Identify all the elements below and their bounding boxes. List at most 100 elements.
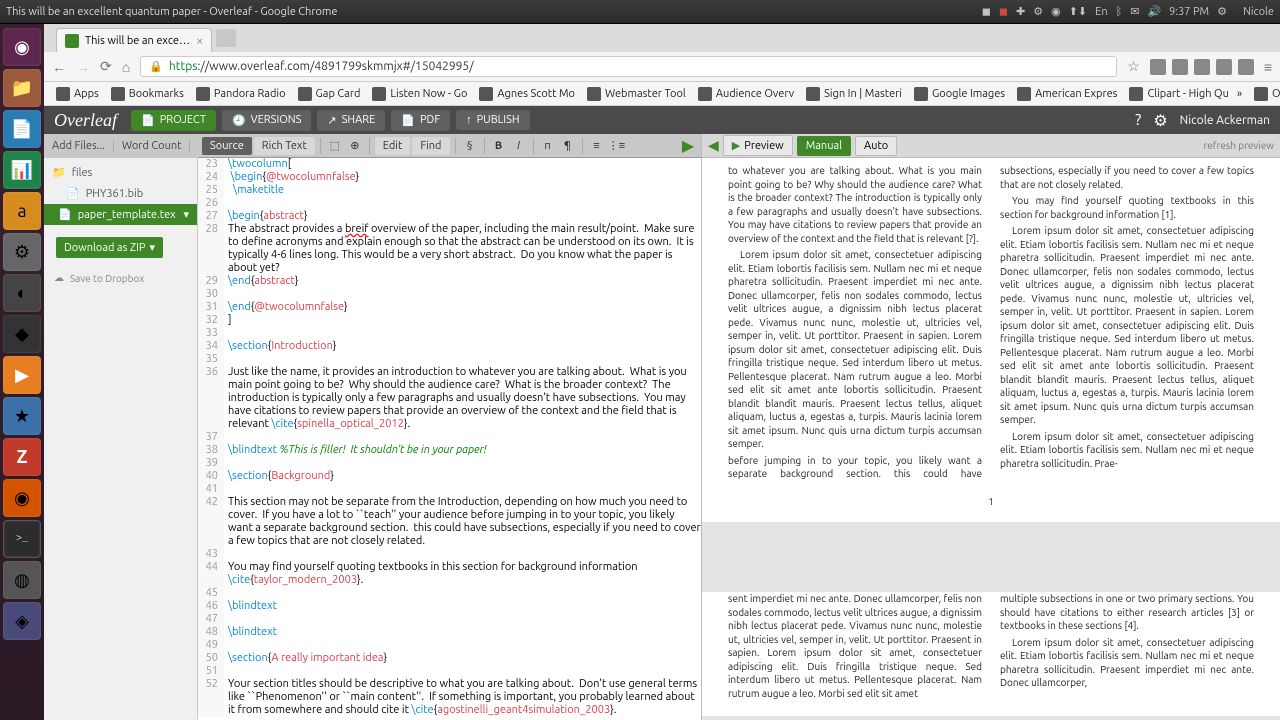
- file-node[interactable]: PHY361.bib: [44, 183, 197, 204]
- indicator-icon[interactable]: ◼: [982, 5, 991, 18]
- goto-source-icon[interactable]: ◀: [708, 137, 719, 154]
- indicator-icon[interactable]: ◼: [999, 5, 1008, 18]
- project-button[interactable]: 📄PROJECT: [131, 110, 216, 131]
- refresh-preview-link[interactable]: refresh preview: [1204, 140, 1275, 151]
- code-line[interactable]: 47: [198, 613, 701, 626]
- app-icon[interactable]: ★: [3, 397, 41, 435]
- bookmark-item[interactable]: Audience Overv: [694, 85, 798, 103]
- chrome-indicator-icon[interactable]: ◉: [1051, 5, 1061, 18]
- rich-text-tab[interactable]: Rich Text: [254, 137, 315, 155]
- mail-icon[interactable]: ✉: [1130, 5, 1139, 18]
- volume-icon[interactable]: 🔊: [1147, 5, 1161, 18]
- app-icon[interactable]: ⚙: [3, 233, 41, 271]
- numbered-list-icon[interactable]: ≡: [588, 140, 606, 152]
- extension-icon[interactable]: [1172, 59, 1188, 75]
- home-button[interactable]: ⌂: [122, 59, 130, 75]
- new-tab-button[interactable]: [216, 29, 236, 47]
- code-line[interactable]: 28The abstract provides a breif overview…: [198, 223, 701, 275]
- code-line[interactable]: 49: [198, 639, 701, 652]
- code-line[interactable]: 23\twocolumn[: [198, 158, 701, 171]
- zotero-icon[interactable]: Z: [3, 438, 41, 476]
- bookmark-item[interactable]: Pandora Radio: [192, 85, 290, 103]
- bookmark-item[interactable]: Google Images: [910, 85, 1009, 103]
- user-name[interactable]: Nicole Ackerman: [1180, 114, 1270, 127]
- source-tab[interactable]: Source: [202, 137, 252, 155]
- bookmark-item[interactable]: Gap Card: [294, 85, 365, 103]
- add-files-button[interactable]: Add Files...: [44, 140, 114, 152]
- code-line[interactable]: 51: [198, 665, 701, 678]
- menu-icon[interactable]: ≡: [1264, 59, 1272, 75]
- bullet-list-icon[interactable]: ⋮≡: [608, 139, 626, 152]
- user-menu[interactable]: Nicole: [1243, 6, 1274, 18]
- other-bookmarks[interactable]: Other bookmarks: [1250, 85, 1280, 103]
- code-line[interactable]: 24 \begin{@twocolumnfalse}: [198, 171, 701, 184]
- indicator-icon[interactable]: ✚: [1016, 5, 1025, 18]
- code-line[interactable]: 36Just like the name, it provides an int…: [198, 366, 701, 431]
- bold-icon[interactable]: B: [490, 140, 508, 152]
- display-math-icon[interactable]: ¶: [559, 140, 577, 152]
- app-icon[interactable]: ◆: [3, 315, 41, 353]
- apps-button[interactable]: Apps: [52, 85, 103, 103]
- code-line[interactable]: 31\end{@twocolumnfalse}: [198, 301, 701, 314]
- overleaf-logo[interactable]: Overleaf: [54, 110, 125, 131]
- bookmark-item[interactable]: Webmaster Tool: [583, 85, 690, 103]
- calc-icon[interactable]: 📊: [3, 151, 41, 189]
- extension-icon[interactable]: [1150, 59, 1166, 75]
- files-icon[interactable]: 📁: [3, 69, 41, 107]
- code-line[interactable]: 43: [198, 548, 701, 561]
- code-line[interactable]: 37: [198, 431, 701, 444]
- italic-icon[interactable]: I: [510, 140, 528, 152]
- download-zip-button[interactable]: Download as ZIP ▾: [56, 237, 163, 258]
- amazon-icon[interactable]: a: [3, 192, 41, 230]
- file-node-active[interactable]: paper_template.tex▾: [44, 204, 197, 225]
- chevron-down-icon[interactable]: ▾: [183, 208, 189, 221]
- pdf-button[interactable]: 📄PDF: [391, 110, 450, 131]
- bookmark-item[interactable]: Listen Now - Go: [368, 85, 471, 103]
- app-icon[interactable]: ◍: [3, 561, 41, 599]
- app-icon[interactable]: ◐: [3, 274, 41, 312]
- power-icon[interactable]: ⚙: [1217, 5, 1227, 18]
- code-line[interactable]: 33: [198, 327, 701, 340]
- auto-button[interactable]: Auto: [855, 136, 897, 156]
- extension-icon[interactable]: [1194, 59, 1210, 75]
- code-line[interactable]: 46\blindtext: [198, 600, 701, 613]
- code-line[interactable]: 35: [198, 353, 701, 366]
- dash-icon[interactable]: ◉: [3, 28, 41, 66]
- language-indicator[interactable]: En: [1095, 6, 1107, 18]
- preview-viewport[interactable]: to whatever you are talking about. What …: [702, 158, 1280, 720]
- code-line[interactable]: 27\begin{abstract}: [198, 210, 701, 223]
- back-button[interactable]: ←: [52, 59, 66, 75]
- code-line[interactable]: 25 \maketitle: [198, 184, 701, 197]
- writer-icon[interactable]: 📄: [3, 110, 41, 148]
- upload-icon[interactable]: ⬚: [326, 139, 344, 152]
- add-icon[interactable]: ⊕: [346, 139, 364, 152]
- code-line[interactable]: 34\section{Introduction}: [198, 340, 701, 353]
- reload-button[interactable]: ⟳: [100, 58, 112, 75]
- code-line[interactable]: 50\section{A really important idea}: [198, 652, 701, 665]
- code-line[interactable]: 32]: [198, 314, 701, 327]
- code-line[interactable]: 52Your section titles should be descript…: [198, 678, 701, 717]
- code-line[interactable]: 30: [198, 288, 701, 301]
- code-editor[interactable]: 23\twocolumn[24 \begin{@twocolumnfalse}2…: [198, 158, 701, 720]
- extension-icon[interactable]: [1216, 59, 1232, 75]
- help-icon[interactable]: ?: [1135, 111, 1141, 129]
- bluetooth-icon[interactable]: ᛒ: [1116, 6, 1123, 18]
- section-icon[interactable]: §: [461, 140, 479, 152]
- manual-button[interactable]: Manual: [797, 136, 851, 156]
- code-line[interactable]: 26: [198, 197, 701, 210]
- preview-button[interactable]: ▶Preview: [723, 135, 793, 156]
- bookmark-item[interactable]: American Expres: [1013, 85, 1121, 103]
- inline-math-icon[interactable]: π: [539, 140, 557, 152]
- extension-icon[interactable]: [1238, 59, 1254, 75]
- browser-tab[interactable]: This will be an exce… ×: [56, 28, 212, 52]
- word-count-button[interactable]: Word Count: [114, 140, 191, 152]
- overflow-icon[interactable]: »: [1237, 88, 1242, 100]
- find-button[interactable]: Find: [412, 137, 449, 155]
- bookmark-star-icon[interactable]: ☆: [1127, 58, 1140, 75]
- versions-button[interactable]: 🕘VERSIONS: [222, 110, 311, 131]
- code-line[interactable]: 44You may find yourself quoting textbook…: [198, 561, 701, 587]
- code-line[interactable]: 40\section{Background}: [198, 470, 701, 483]
- address-bar[interactable]: 🔒 https://www.overleaf.com/4891799skmmjx…: [140, 56, 1117, 77]
- bookmark-item[interactable]: Clipart - High Qu: [1125, 85, 1232, 103]
- code-line[interactable]: 29\end{abstract}: [198, 275, 701, 288]
